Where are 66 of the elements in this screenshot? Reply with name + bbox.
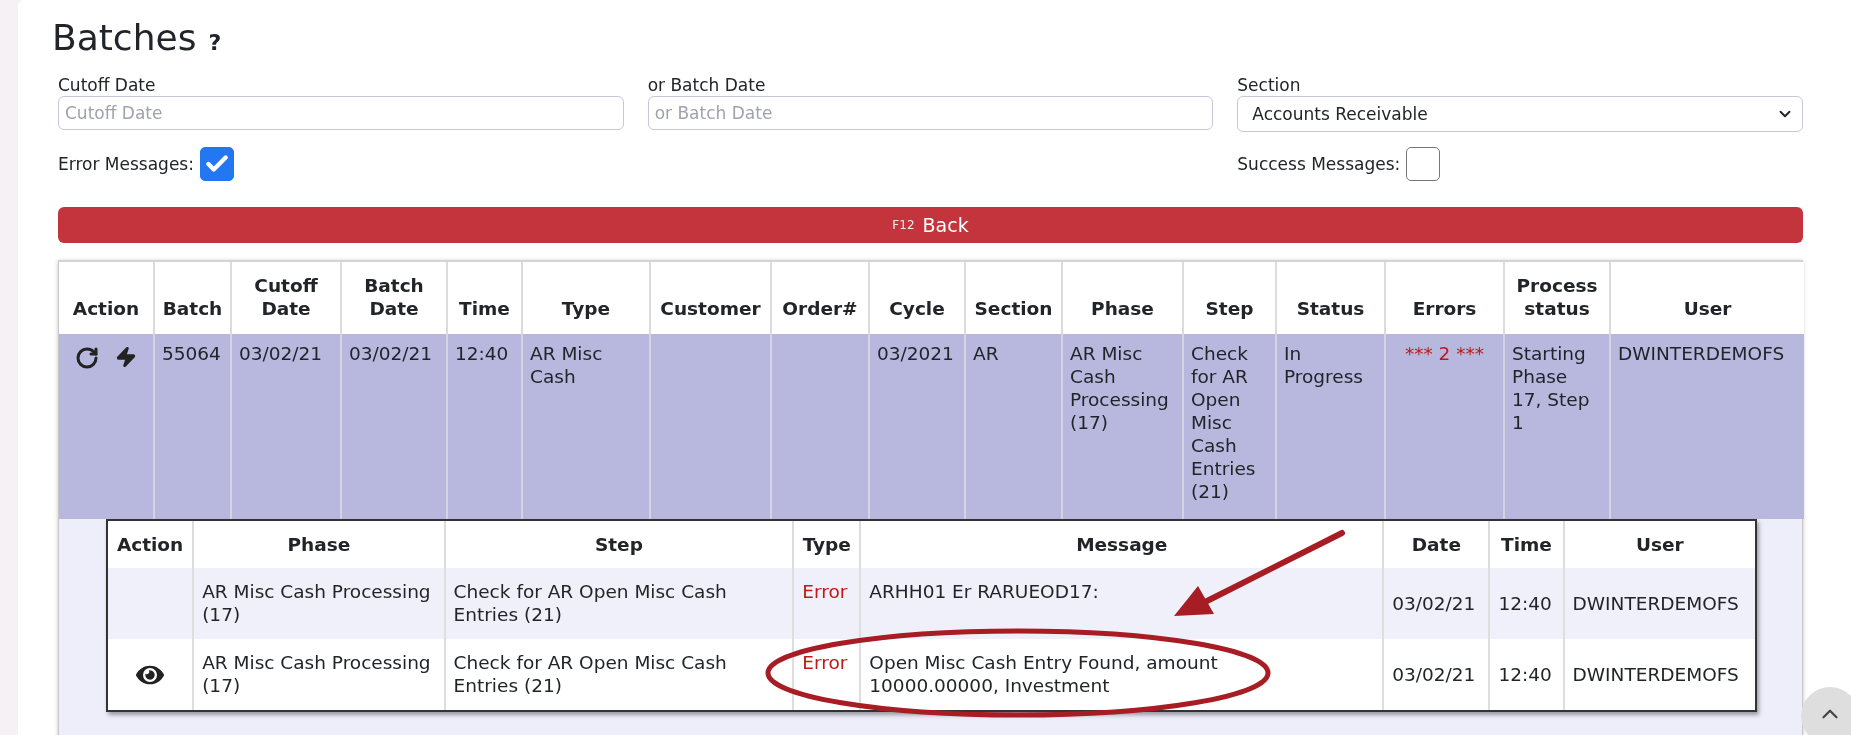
column-header: Order# <box>771 262 869 334</box>
table-cell: AR Misc Cash Processing (17) <box>193 639 445 710</box>
checkbox[interactable] <box>199 147 234 181</box>
date-input[interactable]: or Batch Date <box>647 96 1214 130</box>
column-header: Batch Date <box>341 262 447 334</box>
table-cell: Open Misc Cash Entry Found, amount 10000.00000, Investment <box>860 639 1384 710</box>
checkbox-label: Success Messages: <box>1237 154 1401 174</box>
table-cell: AR Misc Cash Processing (17) <box>1062 334 1183 519</box>
table-cell: 12:40 <box>1489 568 1564 639</box>
table-cell: 12:40 <box>447 334 522 519</box>
table-cell: DWINTERDEMOFS <box>1563 639 1755 710</box>
column-header: Step <box>1183 262 1276 334</box>
checkbox-label: Error Messages: <box>58 154 194 174</box>
column-header: Cycle <box>869 262 965 334</box>
field-label: Section <box>1237 74 1302 96</box>
checkbox[interactable] <box>1406 147 1441 181</box>
column-header: Customer <box>650 262 771 334</box>
table-cell: Check for AR Open Misc Cash Entries (21) <box>444 639 794 710</box>
column-header: Type <box>793 521 861 568</box>
table-cell: *** 2 *** <box>1385 334 1504 519</box>
table-cell: Check for AR Open Misc Cash Entries (21) <box>1183 334 1276 519</box>
refresh-icon[interactable] <box>75 346 99 370</box>
column-header: Step <box>444 521 794 568</box>
column-header: User <box>1610 262 1804 334</box>
column-header: Type <box>522 262 650 334</box>
table-cell: DWINTERDEMOFS <box>1563 568 1755 639</box>
column-header: User <box>1563 521 1755 568</box>
page-title: Batches <box>52 16 197 60</box>
table-cell: 03/02/21 <box>341 334 447 519</box>
help-icon[interactable]: ? <box>208 30 222 55</box>
table-cell: 03/02/21 <box>1383 639 1490 710</box>
column-header: Process status <box>1504 262 1610 334</box>
table-cell: AR Misc Cash <box>522 334 650 519</box>
table-cell: Starting Phase 17, Step 1 <box>1504 334 1610 519</box>
column-header: Errors <box>1385 262 1504 334</box>
column-header: Time <box>1489 521 1564 568</box>
column-header: Cutoff Date <box>231 262 341 334</box>
table-cell: 03/02/21 <box>231 334 341 519</box>
lightning-bolt-icon[interactable] <box>115 346 137 370</box>
field-label: or Batch Date <box>647 74 767 96</box>
table-cell: 55064 <box>154 334 231 519</box>
batch-row[interactable]: 55064 03/02/21 03/02/21 12:40 AR Misc Cash 03/2021 AR AR Misc Cash Processing (17) Check for AR Open Misc Cash Entries (21) In Progress *** 2 *** Starting Phase 17, Step 1 DWINTERDEMOFS <box>59 334 1804 519</box>
column-header: Date <box>1383 521 1490 568</box>
column-header: Phase <box>193 521 445 568</box>
column-header: Batch <box>154 262 231 334</box>
table-cell: 03/2021 <box>869 334 965 519</box>
column-header: Status <box>1276 262 1385 334</box>
table-cell: Check for AR Open Misc Cash Entries (21) <box>444 568 794 639</box>
column-header: Section <box>965 262 1062 334</box>
date-input[interactable]: Cutoff Date <box>58 96 624 130</box>
column-header: Time <box>447 262 522 334</box>
field-label: Cutoff Date <box>58 74 157 96</box>
back-button[interactable]: F12 Back <box>58 207 1803 243</box>
table-cell: 03/02/21 <box>1383 568 1490 639</box>
table-cell: ARHH01 Er RARUEOD17: <box>860 568 1384 639</box>
table-cell: DWINTERDEMOFS <box>1610 334 1804 519</box>
column-header: Phase <box>1062 262 1183 334</box>
table-cell: AR Misc Cash Processing (17) <box>193 568 445 639</box>
column-header: Message <box>860 521 1384 568</box>
table-cell: AR <box>965 334 1062 519</box>
column-header: Action <box>108 521 194 568</box>
table-cell: 12:40 <box>1489 639 1564 710</box>
table-cell: In Progress <box>1276 334 1385 519</box>
table-cell: Error <box>793 568 861 639</box>
column-header: Action <box>59 262 154 334</box>
section-select[interactable]: Accounts Receivable <box>1237 96 1803 132</box>
